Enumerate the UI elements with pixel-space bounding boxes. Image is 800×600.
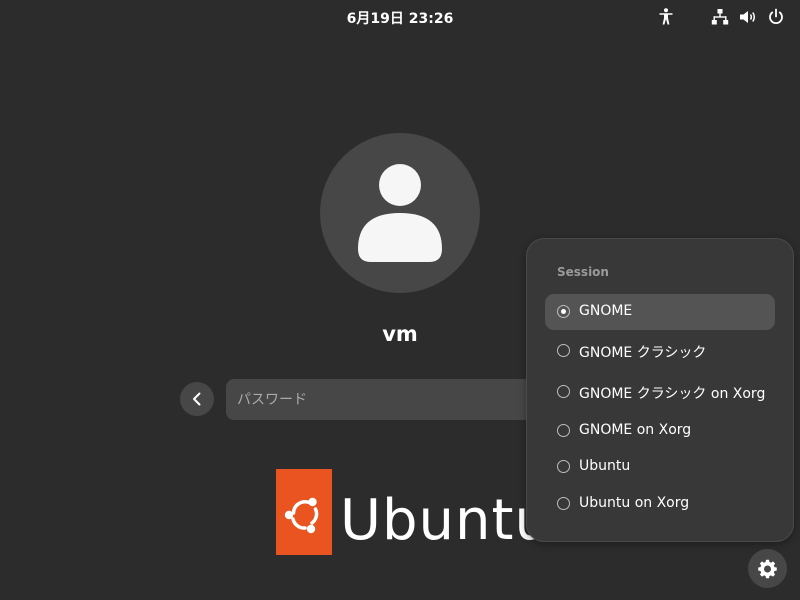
accessibility-icon[interactable] — [656, 7, 676, 27]
session-item-label: GNOME — [579, 303, 633, 319]
session-item-label: Ubuntu on Xorg — [579, 495, 690, 511]
volume-icon[interactable] — [738, 7, 758, 27]
radio-unselected-icon — [557, 460, 570, 473]
radio-unselected-icon — [557, 385, 570, 398]
user-avatar — [320, 133, 480, 293]
session-item-gnome-xorg[interactable]: GNOME on Xorg — [545, 413, 775, 449]
network-icon[interactable] — [710, 7, 730, 27]
circle-of-friends-icon — [284, 497, 319, 534]
session-item-label: GNOME クラシック on Xorg — [579, 386, 766, 402]
session-item-ubuntu[interactable]: Ubuntu — [545, 449, 775, 485]
gear-icon — [758, 559, 777, 579]
session-menu-heading: Session — [557, 265, 609, 279]
session-menu: Session GNOME GNOME クラシック GNOME クラシック on… — [526, 238, 794, 542]
radio-unselected-icon — [557, 344, 570, 357]
clock[interactable]: 6月19日 23:26 — [0, 8, 800, 28]
radio-unselected-icon — [557, 497, 570, 510]
session-item-label: GNOME on Xorg — [579, 422, 692, 438]
radio-selected-icon — [557, 305, 570, 318]
session-item-label: GNOME クラシック — [579, 345, 707, 361]
power-icon[interactable] — [766, 7, 786, 27]
ubuntu-wordmark: Ubuntu — [340, 488, 551, 553]
session-item-label: Ubuntu — [579, 458, 631, 474]
user-avatar-icon — [358, 164, 442, 262]
session-item-ubuntu-xorg[interactable]: Ubuntu on Xorg — [545, 486, 775, 522]
session-item-gnome[interactable]: GNOME — [545, 294, 775, 330]
ubuntu-logo — [276, 469, 332, 555]
chevron-left-icon — [193, 392, 201, 406]
session-settings-button[interactable] — [748, 549, 787, 588]
top-bar: 6月19日 23:26 — [0, 0, 800, 34]
password-input[interactable] — [226, 379, 546, 420]
session-item-gnome-classic[interactable]: GNOME クラシック — [545, 333, 775, 369]
back-button[interactable] — [180, 382, 214, 416]
session-item-gnome-classic-xorg[interactable]: GNOME クラシック on Xorg — [545, 374, 775, 410]
radio-unselected-icon — [557, 424, 570, 437]
